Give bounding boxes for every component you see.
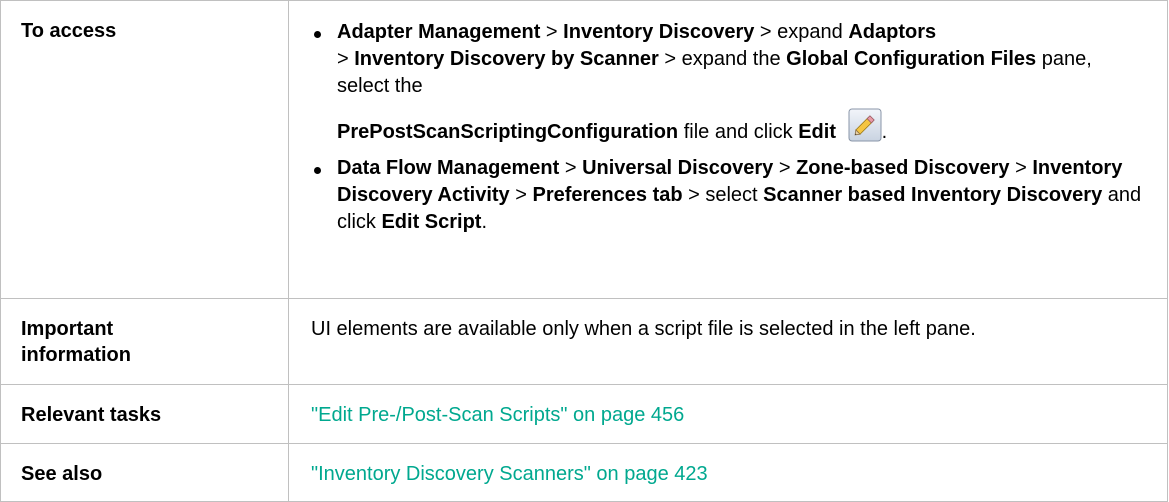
path-sep: > [337, 48, 355, 70]
path-sep: . [881, 121, 888, 143]
pencil-icon [848, 106, 882, 142]
path-sep: > select [682, 184, 764, 206]
access-step-2: Data Flow Management > Universal Discove… [311, 155, 1147, 236]
value-to-access: Adapter Management > Inventory Discovery… [288, 0, 1168, 299]
path-sep: > [559, 157, 583, 179]
path-part: Edit Script [381, 211, 482, 233]
path-sep: . [481, 211, 488, 233]
label-relevant-tasks: Relevant tasks [0, 384, 289, 444]
path-part: Preferences tab [532, 184, 683, 206]
label-important-information: Important information [0, 298, 289, 385]
path-sep: > expand [754, 21, 849, 43]
label-to-access: To access [0, 0, 289, 299]
row-see-also: See also "Inventory Discovery Scanners" … [0, 443, 1168, 502]
link-inventory-discovery-scanners[interactable]: "Inventory Discovery Scanners" on page 4… [311, 463, 708, 485]
link-edit-pre-post-scan-scripts[interactable]: "Edit Pre-/Post-Scan Scripts" on page 45… [311, 404, 684, 426]
value-see-also: "Inventory Discovery Scanners" on page 4… [288, 443, 1168, 502]
path-part: Inventory Discovery by Scanner [354, 48, 659, 70]
path-part: Data Flow Management [337, 157, 560, 179]
row-to-access: To access Adapter Management > Inventory… [0, 0, 1168, 299]
path-part: Zone-based Discovery [796, 157, 1010, 179]
path-sep: > [1009, 157, 1033, 179]
path-sep: file and click [678, 121, 799, 143]
path-part: PrePostScanScriptingConfiguration [337, 121, 679, 143]
path-part: Global Configuration Files [786, 48, 1037, 70]
path-sep: > [773, 157, 797, 179]
path-sep: > expand the [658, 48, 787, 70]
value-relevant-tasks: "Edit Pre-/Post-Scan Scripts" on page 45… [288, 384, 1168, 444]
path-sep: > [540, 21, 564, 43]
info-table: To access Adapter Management > Inventory… [0, 0, 1168, 502]
path-sep: > [509, 184, 533, 206]
access-step-1-last-line: PrePostScanScriptingConfiguration file a… [337, 102, 1147, 148]
path-part: Universal Discovery [582, 157, 774, 179]
path-part: Inventory Discovery [563, 21, 755, 43]
label-see-also: See also [0, 443, 289, 502]
bullet-dot [314, 31, 321, 38]
access-step-1: Adapter Management > Inventory Discovery… [311, 19, 1147, 148]
path-part: Adaptors [848, 21, 937, 43]
path-part: Edit [798, 121, 836, 143]
access-steps-list: Adapter Management > Inventory Discovery… [311, 19, 1147, 236]
bullet-dot [314, 167, 321, 174]
path-part: Adapter Management [337, 21, 541, 43]
row-relevant-tasks: Relevant tasks "Edit Pre-/Post-Scan Scri… [0, 384, 1168, 444]
path-part: Scanner based Inventory Discovery [763, 184, 1103, 206]
value-important-information: UI elements are available only when a sc… [288, 298, 1168, 385]
row-important-information: Important information UI elements are av… [0, 298, 1168, 385]
